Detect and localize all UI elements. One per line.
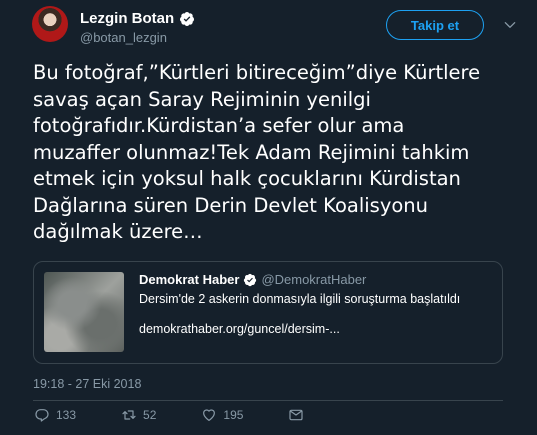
- tweet-text: Bu fotoğraf,”Kürtleri bitireceğim”diye K…: [33, 61, 481, 243]
- author-name-row: Lezgin Botan: [80, 10, 195, 27]
- reply-button[interactable]: 133: [34, 407, 76, 423]
- reply-count: 133: [56, 408, 77, 422]
- chevron-down-icon[interactable]: [503, 18, 517, 32]
- quoted-link-card[interactable]: Demokrat Haber @DemokratHaber Dersim'de …: [33, 261, 503, 364]
- avatar[interactable]: [32, 6, 68, 42]
- reply-icon: [35, 409, 49, 422]
- like-count: 195: [223, 408, 244, 422]
- follow-button[interactable]: Takip et: [386, 10, 484, 40]
- direct-message-button[interactable]: [288, 407, 304, 423]
- card-link[interactable]: demokrathaber.org/guncel/dersim-...: [139, 322, 340, 336]
- retweet-button[interactable]: 52: [121, 407, 156, 423]
- card-thumbnail: [44, 272, 124, 352]
- divider: [33, 400, 503, 401]
- tweet: Lezgin Botan @botan_lezgin Takip et Bu f…: [0, 0, 537, 435]
- tweet-actions: 133 52 195: [34, 407, 304, 423]
- card-author-handle: @DemokratHaber: [261, 272, 367, 287]
- retweet-count: 52: [143, 408, 157, 422]
- retweet-icon: [122, 410, 136, 420]
- direct-message-icon: [289, 409, 304, 421]
- card-description: Dersim'de 2 askerin donmasıyla ilgili so…: [139, 292, 461, 306]
- author-name[interactable]: Lezgin Botan: [80, 10, 174, 27]
- tweet-timestamp[interactable]: 19:18 - 27 Eki 2018: [33, 377, 141, 391]
- author-handle[interactable]: @botan_lezgin: [80, 30, 167, 45]
- like-button[interactable]: 195: [201, 407, 243, 423]
- like-icon: [203, 409, 216, 421]
- card-title-row: Demokrat Haber @DemokratHaber: [139, 272, 366, 287]
- verified-badge-icon: [244, 273, 257, 286]
- card-author-name: Demokrat Haber: [139, 272, 240, 287]
- verified-badge-icon: [180, 11, 195, 26]
